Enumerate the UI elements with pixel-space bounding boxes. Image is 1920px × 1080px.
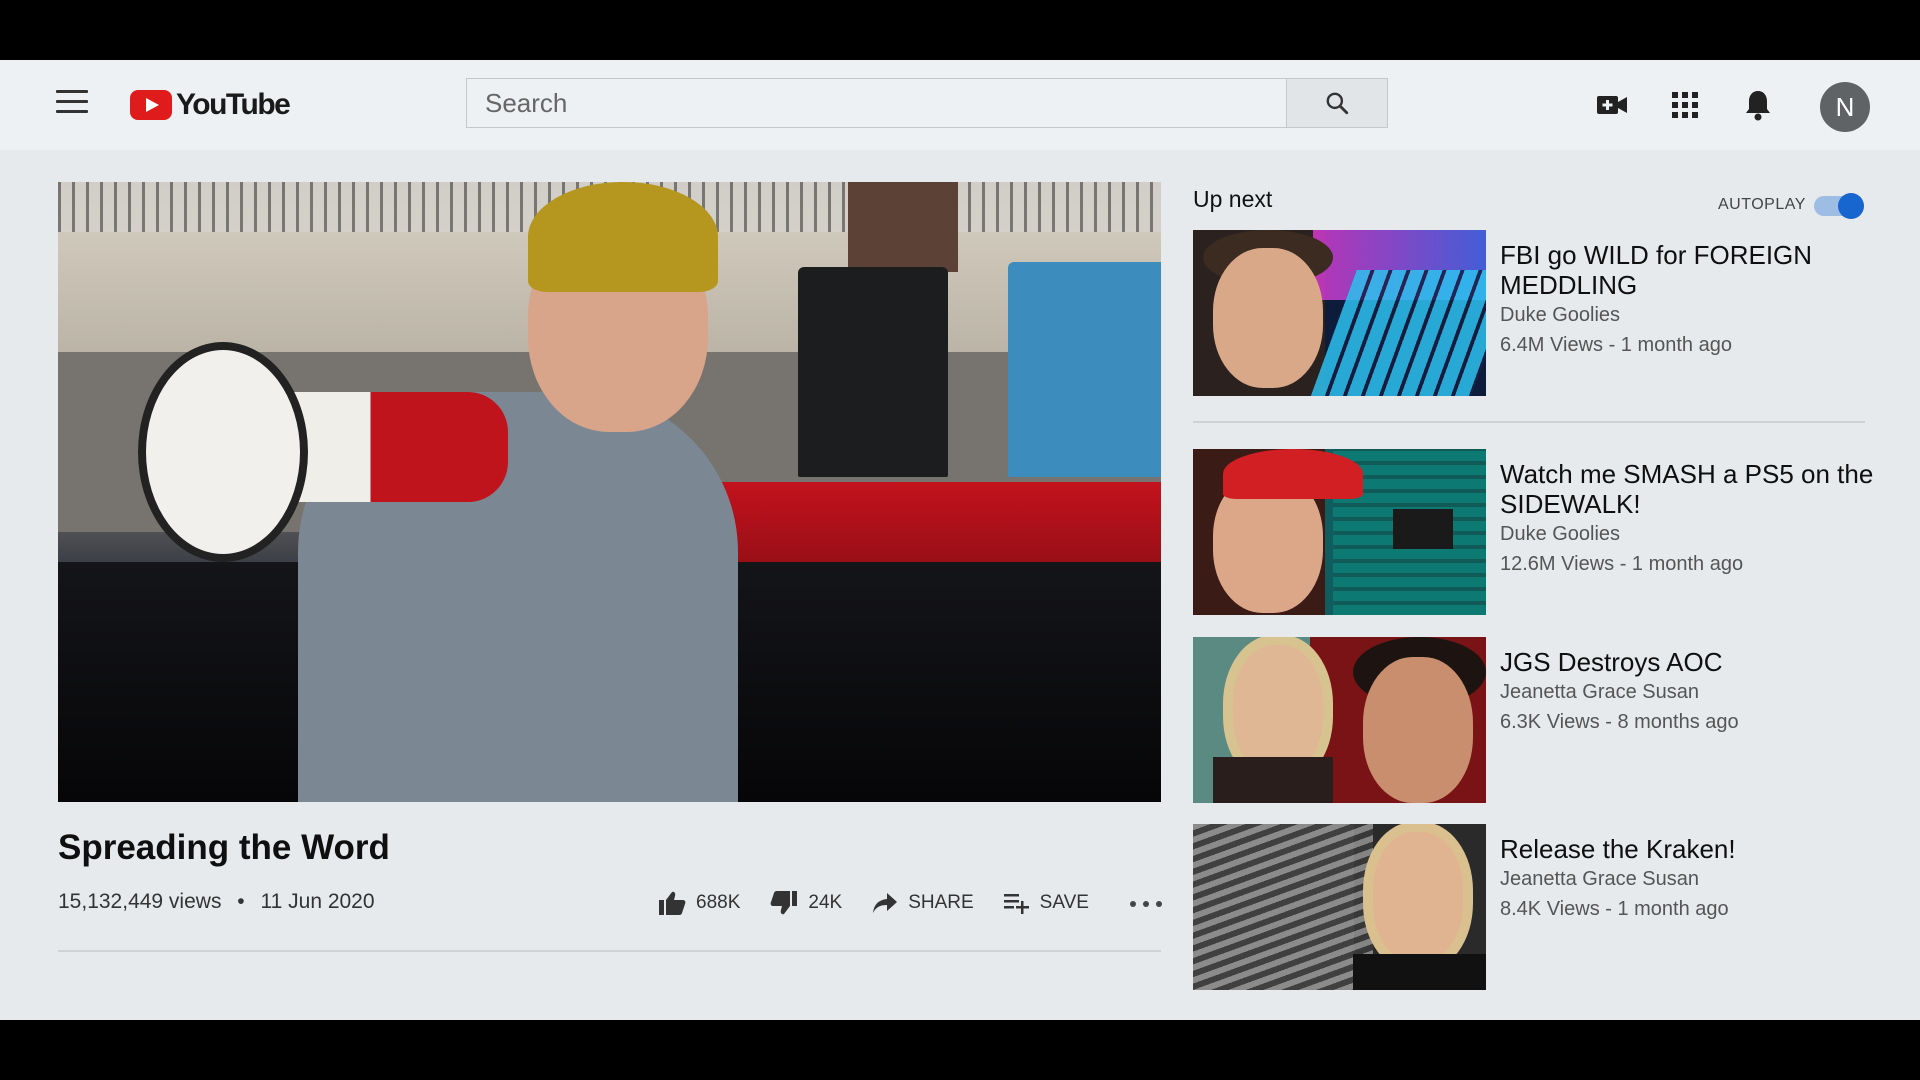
divider [1193, 421, 1865, 423]
more-actions-icon[interactable] [1130, 894, 1162, 914]
notifications-button[interactable] [1738, 85, 1778, 125]
video-item-stats: 8.4K Views - 1 month ago [1500, 898, 1729, 920]
save-button[interactable]: SAVE [1003, 892, 1089, 914]
avatar[interactable]: N [1820, 82, 1870, 132]
video-thumbnail[interactable] [1193, 230, 1486, 396]
video-frame-recycle-bin [1008, 262, 1161, 477]
video-frame-trash-can [798, 267, 948, 477]
video-actions: 688K 24K SHARE SAVE [658, 886, 1119, 920]
save-label: SAVE [1039, 892, 1089, 913]
divider [58, 950, 1161, 952]
video-item-channel[interactable]: Duke Goolies [1500, 304, 1620, 327]
video-frame-tree [848, 182, 958, 272]
video-item-title[interactable]: FBI go WILD for FOREIGN MEDDLING [1500, 240, 1880, 300]
up-next-video-item[interactable]: FBI go WILD for FOREIGN MEDDLING Duke Go… [1193, 230, 1893, 396]
like-count: 688K [696, 892, 741, 913]
video-player[interactable] [58, 182, 1161, 802]
dislike-count: 24K [808, 892, 843, 913]
view-count: 15,132,449 views [58, 890, 222, 913]
search-box [466, 78, 1288, 128]
video-meta: 15,132,449 views • 11 Jun 2020 [58, 890, 375, 914]
autoplay-toggle[interactable] [1814, 193, 1864, 219]
apps-button[interactable] [1665, 85, 1705, 125]
logo-text: YouTube [176, 88, 291, 121]
search-input[interactable] [467, 79, 1287, 127]
like-button[interactable]: 688K [658, 890, 740, 916]
up-next-video-item[interactable]: Release the Kraken! Jeanetta Grace Susan… [1193, 824, 1893, 990]
video-item-channel[interactable]: Jeanetta Grace Susan [1500, 868, 1699, 891]
meta-separator: • [237, 890, 245, 913]
video-item-stats: 6.4M Views - 1 month ago [1500, 334, 1732, 356]
video-frame-beanie [528, 182, 718, 292]
up-next-video-item[interactable]: JGS Destroys AOC Jeanetta Grace Susan 6.… [1193, 637, 1893, 803]
youtube-logo[interactable]: YouTube [130, 88, 291, 122]
video-item-channel[interactable]: Jeanetta Grace Susan [1500, 681, 1699, 704]
thumbs-down-icon [770, 891, 798, 915]
video-thumbnail[interactable] [1193, 449, 1486, 615]
dislike-button[interactable]: 24K [770, 890, 842, 916]
up-next-video-item[interactable]: Watch me SMASH a PS5 on the SIDEWALK! Du… [1193, 449, 1893, 615]
video-item-stats: 6.3K Views - 8 months ago [1500, 711, 1739, 733]
video-item-title[interactable]: Release the Kraken! [1500, 834, 1880, 864]
share-arrow-icon [873, 893, 898, 913]
autoplay-label: AUTOPLAY [1718, 196, 1806, 213]
autoplay-toggle-knob [1838, 193, 1864, 219]
thumbs-up-icon [659, 891, 686, 915]
search-icon [1326, 92, 1349, 115]
create-video-icon [1597, 96, 1627, 114]
video-thumbnail[interactable] [1193, 824, 1486, 990]
video-item-title[interactable]: Watch me SMASH a PS5 on the SIDEWALK! [1500, 459, 1880, 519]
share-label: SHARE [908, 892, 974, 913]
save-playlist-icon [1003, 894, 1029, 914]
video-frame-megaphone [138, 332, 508, 572]
masthead: YouTube Search N [0, 60, 1920, 150]
share-button[interactable]: SHARE [872, 892, 974, 914]
youtube-screen: YouTube Search N Spreading the Word 15,1… [0, 60, 1920, 1020]
video-title: Spreading the Word [58, 828, 390, 867]
notifications-bell-icon [1746, 91, 1770, 121]
video-item-title[interactable]: JGS Destroys AOC [1500, 647, 1880, 677]
menu-icon[interactable] [56, 90, 88, 116]
search-button[interactable] [1286, 78, 1388, 128]
video-thumbnail[interactable] [1193, 637, 1486, 803]
publish-date: 11 Jun 2020 [260, 890, 375, 913]
letterbox-bottom [0, 1020, 1920, 1080]
video-item-stats: 12.6M Views - 1 month ago [1500, 553, 1744, 575]
video-item-channel[interactable]: Duke Goolies [1500, 523, 1620, 546]
youtube-logo-icon [130, 90, 172, 120]
apps-grid-icon [1672, 92, 1698, 118]
up-next-heading: Up next [1193, 186, 1273, 212]
create-video-button[interactable] [1592, 85, 1632, 125]
letterbox-top [0, 0, 1920, 60]
